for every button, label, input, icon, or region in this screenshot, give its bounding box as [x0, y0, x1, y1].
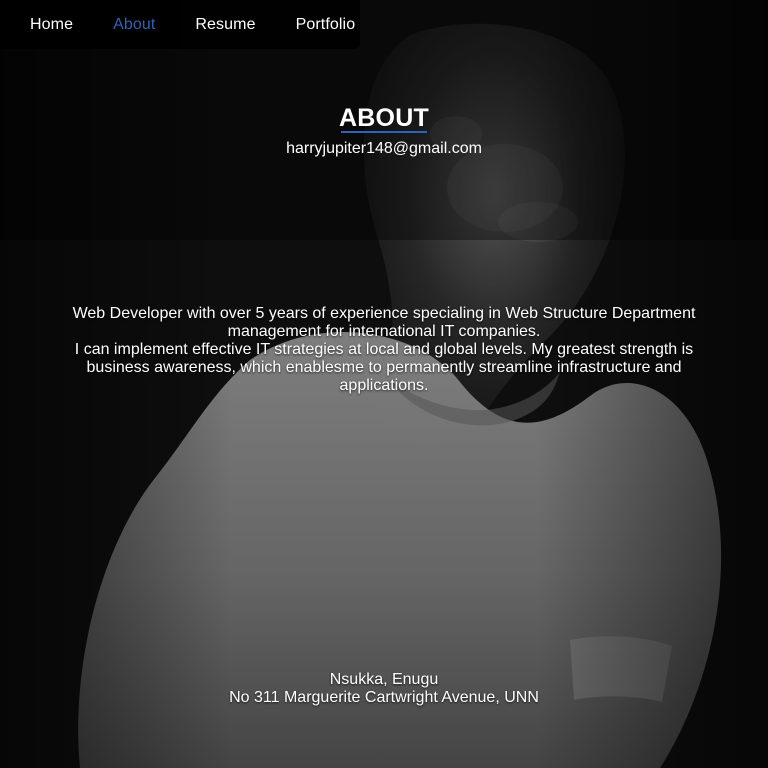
nav-link-portfolio[interactable]: Portfolio	[296, 16, 356, 33]
address-block: Nsukka, Enugu No 311 Marguerite Cartwrig…	[0, 671, 768, 707]
bio-block: Web Developer with over 5 years of exper…	[62, 305, 706, 395]
about-page: Home About Resume Portfolio ABOUT harryj…	[0, 0, 768, 768]
about-title: ABOUT	[339, 104, 429, 132]
nav-link-home[interactable]: Home	[30, 16, 73, 33]
bio-paragraph-2: I can implement effective IT strategies …	[74, 341, 694, 394]
address-city: Nsukka, Enugu	[329, 671, 439, 688]
address-street: No 311 Marguerite Cartwright Avenue, UNN	[229, 689, 539, 706]
about-title-underline	[341, 131, 427, 133]
nav-link-resume[interactable]: Resume	[195, 16, 255, 33]
email-text: harryjupiter148@gmail.com	[286, 140, 482, 157]
top-navigation: Home About Resume Portfolio	[0, 0, 360, 49]
nav-link-about[interactable]: About	[113, 16, 155, 33]
bio-paragraph-1: Web Developer with over 5 years of exper…	[72, 305, 696, 340]
